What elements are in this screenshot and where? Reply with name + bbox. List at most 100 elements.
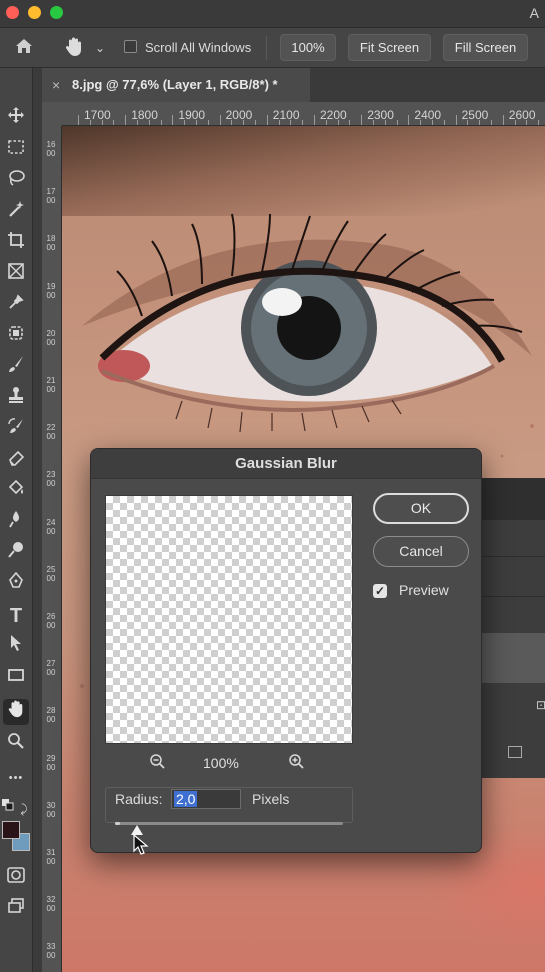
marquee-tool-icon[interactable] bbox=[3, 138, 29, 164]
selected-layer-row[interactable] bbox=[480, 633, 545, 683]
ruler-tick bbox=[113, 120, 115, 125]
ruler-tick bbox=[491, 120, 492, 125]
ruler-tick bbox=[148, 120, 150, 125]
filter-preview[interactable] bbox=[105, 495, 353, 744]
ruler-tick bbox=[514, 120, 516, 125]
ruler-tick-label: 2700 bbox=[46, 659, 56, 678]
swap-colors-icon[interactable]: ⤸ bbox=[17, 796, 31, 822]
magic-wand-tool-icon[interactable] bbox=[3, 200, 29, 226]
fill-screen-button[interactable]: Fill Screen bbox=[443, 34, 528, 61]
close-tab-icon[interactable]: × bbox=[52, 77, 60, 93]
ruler-tick bbox=[502, 115, 504, 125]
ruler-tick bbox=[455, 115, 457, 125]
more-tools-icon[interactable]: ••• bbox=[3, 765, 29, 791]
paint-bucket-tool-icon[interactable] bbox=[3, 479, 29, 505]
scroll-all-windows-label: Scroll All Windows bbox=[145, 40, 252, 55]
crop-tool-icon[interactable] bbox=[3, 231, 29, 257]
clone-stamp-tool-icon[interactable] bbox=[3, 386, 29, 412]
ruler-tick bbox=[432, 120, 433, 125]
radius-label: Radius: bbox=[115, 791, 163, 807]
ruler-tick-label: 2400 bbox=[46, 517, 56, 536]
ruler-tick-label: 2100 bbox=[46, 376, 56, 394]
ruler-tick bbox=[266, 115, 268, 125]
brush-tool-icon[interactable] bbox=[3, 355, 29, 381]
ruler-tick bbox=[78, 115, 79, 125]
eyedropper-tool-icon[interactable] bbox=[3, 293, 29, 319]
ruler-tick bbox=[243, 120, 245, 125]
dialog-title: Gaussian Blur bbox=[91, 449, 481, 479]
cancel-button[interactable]: Cancel bbox=[373, 536, 469, 567]
ruler-tick-label: 2300 bbox=[367, 108, 394, 122]
type-tool-icon[interactable]: T bbox=[3, 603, 29, 629]
path-selection-tool-icon[interactable] bbox=[3, 634, 29, 660]
ruler-tick-label: 2000 bbox=[46, 328, 56, 347]
ruler-tick-label: 2500 bbox=[461, 108, 489, 122]
zoom-out-icon[interactable] bbox=[149, 753, 167, 776]
ruler-tick-label: 2400 bbox=[414, 108, 442, 122]
pen-tool-icon[interactable] bbox=[3, 571, 29, 598]
eraser-tool-icon[interactable] bbox=[3, 448, 29, 474]
ruler-tick bbox=[361, 115, 363, 125]
zoom-100-button[interactable]: 100% bbox=[280, 34, 336, 61]
zoom-in-icon[interactable] bbox=[288, 753, 306, 776]
history-brush-tool-icon[interactable] bbox=[3, 417, 29, 443]
ruler-tick-label: 3200 bbox=[46, 895, 56, 914]
preview-checkbox[interactable]: ✓ bbox=[373, 584, 387, 598]
screen-mode-icon[interactable] bbox=[3, 897, 29, 923]
ruler-tick bbox=[219, 115, 221, 125]
ruler-tick-label: 3300 bbox=[46, 942, 56, 961]
lasso-tool-icon[interactable] bbox=[3, 169, 29, 195]
foreground-color-swatch[interactable] bbox=[2, 821, 20, 839]
ruler-tick-label: 1900 bbox=[46, 281, 56, 300]
radius-slider[interactable] bbox=[115, 822, 343, 825]
ruler-tick bbox=[184, 120, 186, 125]
document-tab[interactable]: × 8.jpg @ 77,6% (Layer 1, RGB/8*) * bbox=[42, 68, 310, 102]
dodge-tool-icon[interactable] bbox=[3, 541, 29, 567]
ruler-tick-label: 2600 bbox=[46, 612, 56, 630]
blur-tool-icon[interactable] bbox=[3, 510, 29, 536]
ruler-tick bbox=[255, 120, 256, 125]
options-divider bbox=[266, 36, 267, 60]
lock-icon: ⊡ bbox=[536, 698, 545, 712]
ruler-tick bbox=[125, 115, 127, 125]
ruler-tick bbox=[290, 120, 292, 125]
frame-tool-icon[interactable] bbox=[3, 262, 29, 288]
ruler-tick-label: 3100 bbox=[46, 848, 56, 866]
chevron-down-icon[interactable]: ⌄ bbox=[95, 36, 105, 60]
new-layer-icon[interactable] bbox=[508, 746, 522, 758]
default-colors-icon[interactable] bbox=[1, 796, 15, 822]
hand-tool-icon[interactable] bbox=[3, 699, 29, 725]
ruler-tick-label: 2900 bbox=[46, 753, 56, 772]
minimize-window-button[interactable] bbox=[28, 6, 41, 19]
ruler-tick bbox=[231, 120, 233, 125]
ruler-tick bbox=[137, 120, 138, 125]
ruler-tick-label: 2800 bbox=[46, 706, 56, 725]
ok-button[interactable]: OK bbox=[373, 493, 469, 524]
radius-input[interactable]: 2,0 bbox=[171, 789, 241, 809]
ruler-tick bbox=[373, 120, 374, 125]
preview-label: Preview bbox=[399, 582, 449, 598]
home-icon[interactable] bbox=[14, 36, 34, 62]
gaussian-blur-dialog: Gaussian Blur 100% OK Cancel ✓ Preview R… bbox=[90, 448, 482, 853]
ruler-tick-label: 2200 bbox=[320, 108, 347, 122]
zoom-tool-icon[interactable] bbox=[3, 732, 29, 758]
ruler-tick-label: 2100 bbox=[272, 108, 300, 122]
healing-brush-tool-icon[interactable] bbox=[3, 324, 29, 350]
close-window-button[interactable] bbox=[6, 6, 19, 19]
quick-mask-icon[interactable] bbox=[3, 866, 29, 892]
panel-gutter bbox=[33, 68, 42, 972]
ruler-tick bbox=[479, 120, 481, 125]
ruler-tick bbox=[349, 120, 351, 125]
radius-slider-fill bbox=[115, 822, 120, 825]
hand-icon[interactable] bbox=[64, 36, 84, 64]
ruler-tick bbox=[538, 120, 540, 125]
rectangle-tool-icon[interactable] bbox=[3, 666, 29, 692]
move-tool-icon[interactable] bbox=[3, 106, 29, 132]
fit-screen-button[interactable]: Fit Screen bbox=[348, 34, 431, 61]
ruler-tick-label: 2000 bbox=[225, 108, 253, 122]
ruler-tick bbox=[278, 120, 280, 125]
scroll-all-windows-checkbox[interactable] bbox=[124, 40, 137, 53]
ruler-tick bbox=[101, 120, 103, 125]
ruler-tick bbox=[526, 120, 528, 125]
zoom-window-button[interactable] bbox=[50, 6, 63, 19]
